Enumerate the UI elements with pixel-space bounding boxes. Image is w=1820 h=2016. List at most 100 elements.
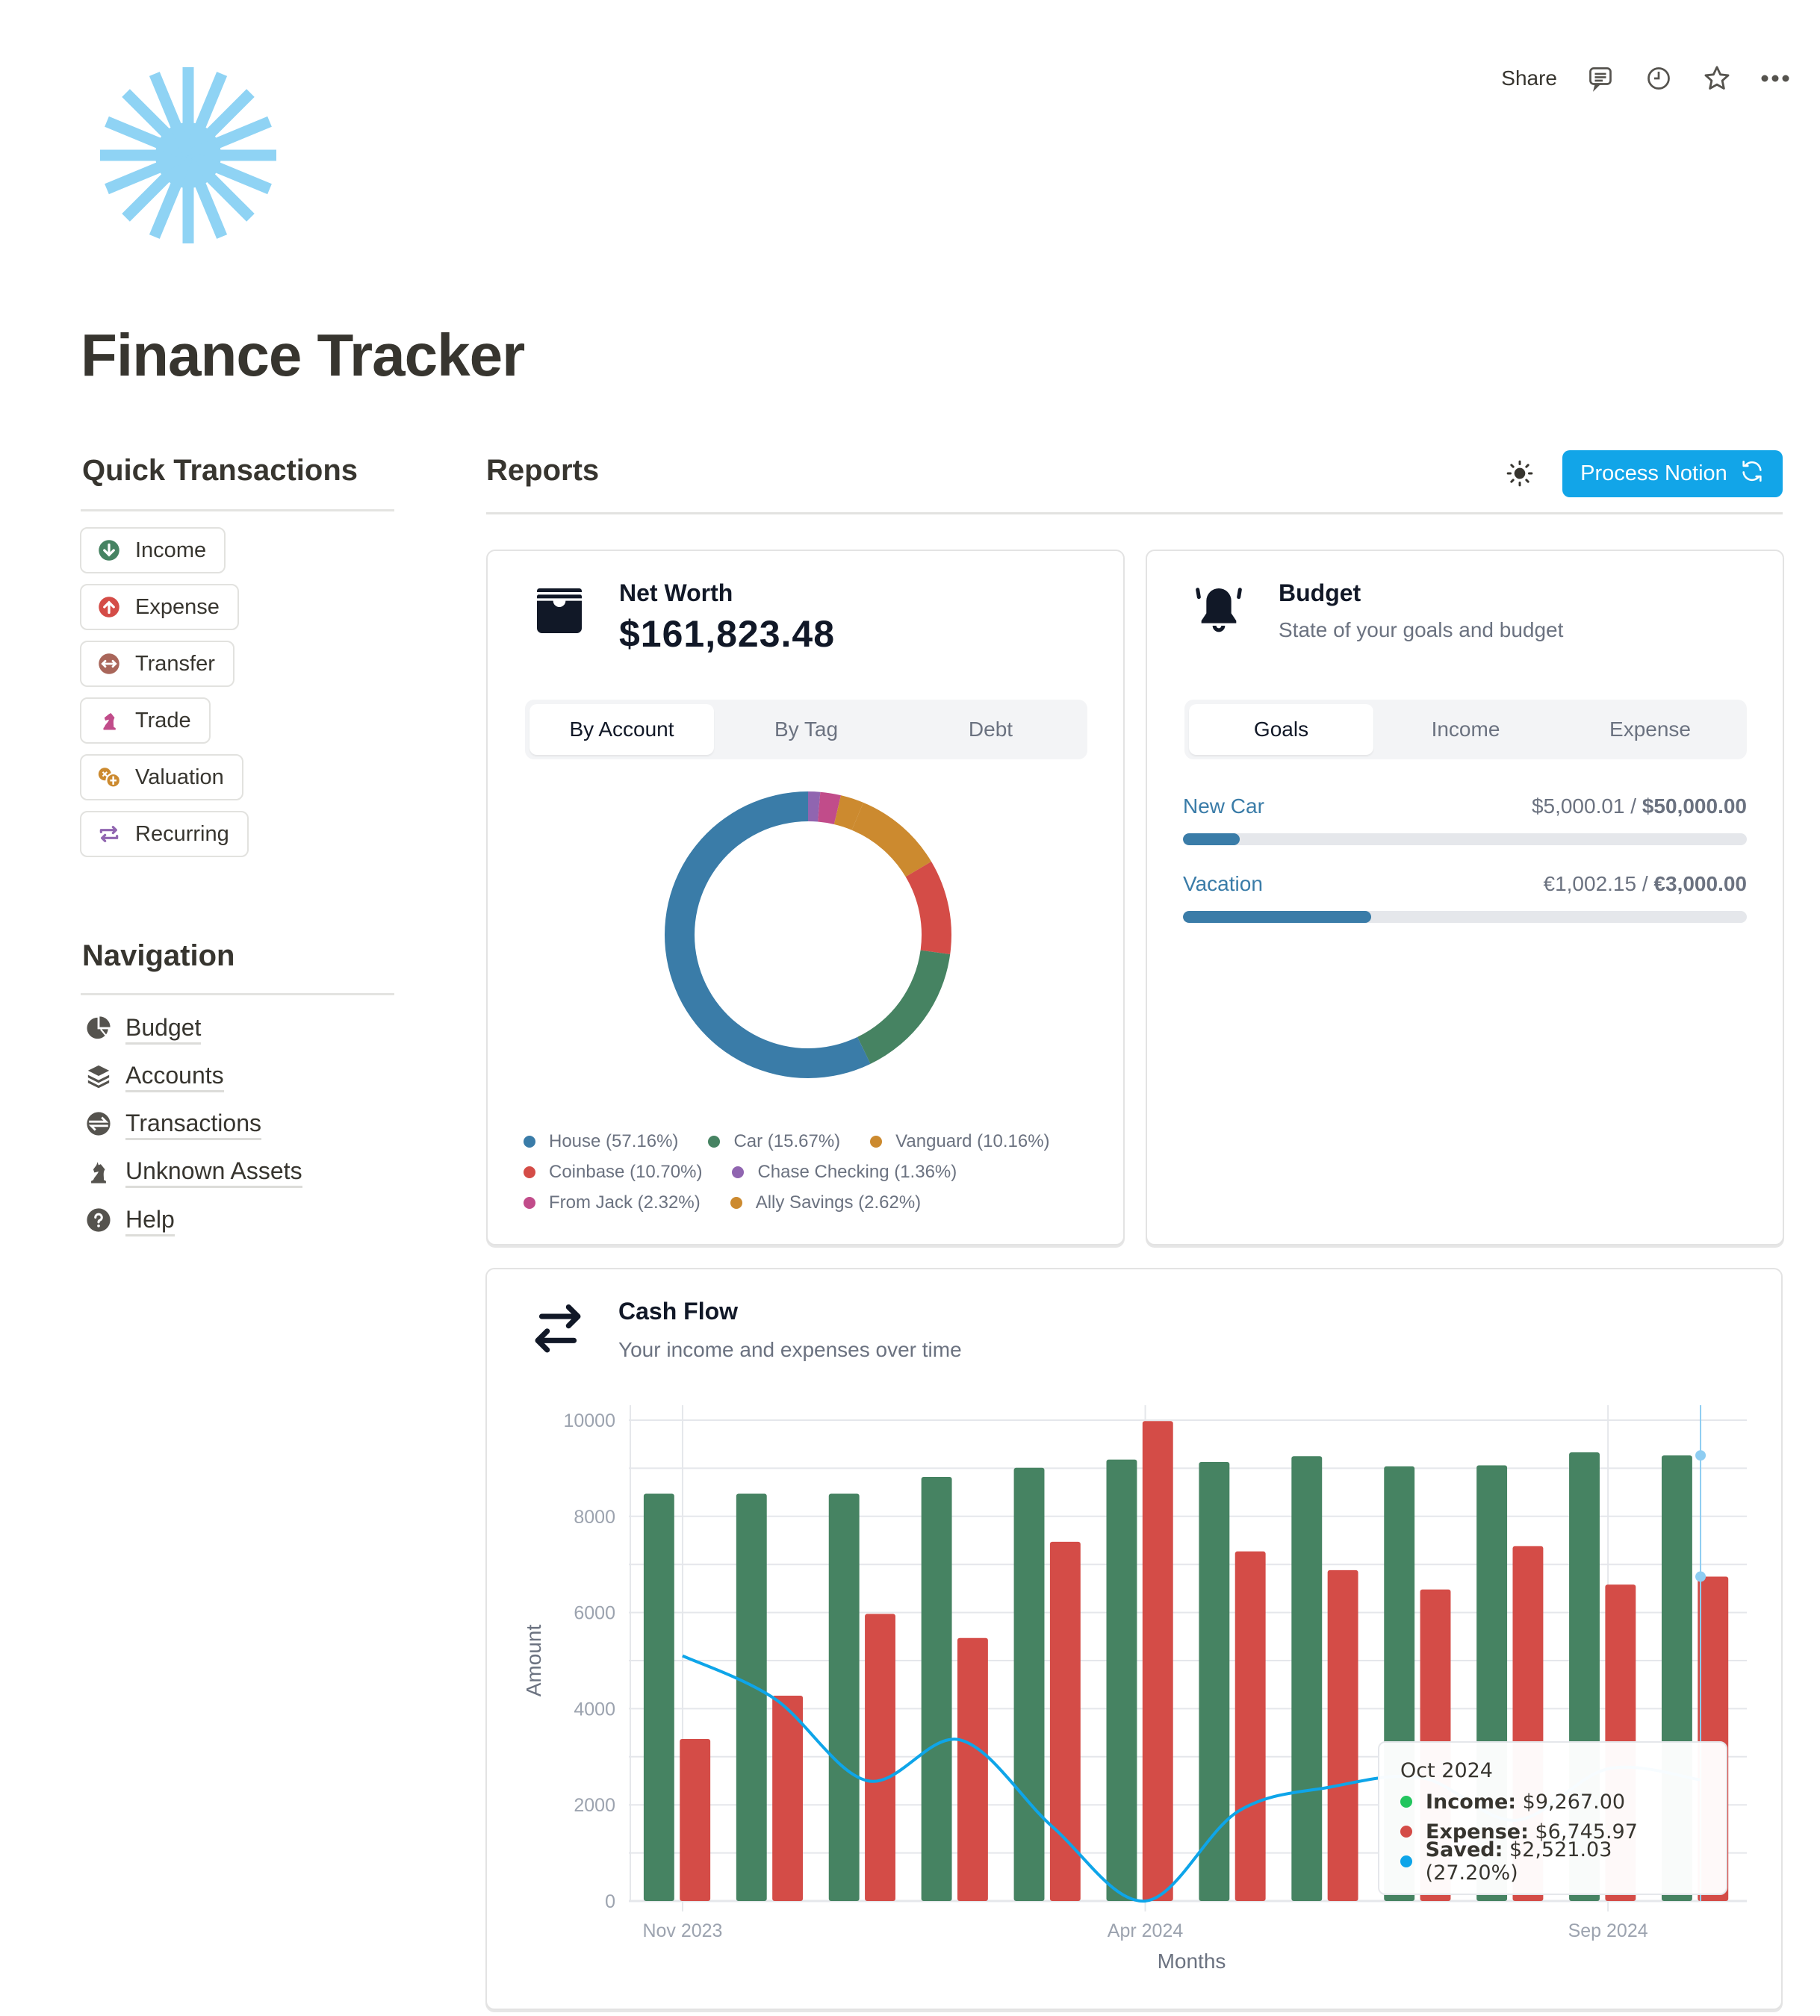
expense-bar[interactable] [1327, 1569, 1358, 1901]
tab-by-account[interactable]: By Account [529, 704, 714, 755]
legend-item[interactable]: Vanguard (10.16%) [870, 1130, 1050, 1152]
goal-item: Vacation €1,002.15 / €3,000.00 [1183, 872, 1747, 923]
transfer-circle-icon [96, 651, 122, 676]
tooltip-dot [1400, 1855, 1412, 1867]
page-title: Finance Tracker [81, 322, 525, 388]
recurring-label: Recurring [135, 821, 229, 846]
goal-progress-fill [1183, 911, 1372, 923]
x-tick-label: Nov 2023 [642, 1920, 722, 1941]
tab-goals[interactable]: Goals [1189, 704, 1373, 755]
nav-item-budget[interactable]: Budget [85, 1009, 202, 1047]
comment-icon[interactable] [1585, 63, 1615, 93]
income-bar[interactable] [828, 1493, 860, 1901]
income-bar[interactable] [1291, 1456, 1323, 1901]
star-icon[interactable] [1702, 63, 1732, 93]
x-axis-label: Months [1158, 1950, 1226, 1973]
goal-item: New Car $5,000.01 / $50,000.00 [1183, 794, 1747, 845]
expense-button[interactable]: Expense [80, 584, 239, 630]
goal-name[interactable]: Vacation [1183, 872, 1263, 896]
nav-item-transactions[interactable]: Transactions [85, 1105, 261, 1142]
sun-icon[interactable] [1505, 458, 1535, 488]
income-bar[interactable] [736, 1493, 767, 1901]
cash-flow-chart[interactable]: 0 2000 4000 6000 8000 10000 Amount Nov 2023 Apr … [487, 1269, 1784, 2012]
tooltip-title: Oct 2024 [1400, 1759, 1493, 1782]
expense-bar[interactable] [1142, 1421, 1173, 1901]
expense-bar[interactable] [1234, 1551, 1266, 1901]
net-worth-donut-chart [664, 791, 951, 1078]
net-worth-card: Net Worth $161,823.48 By Account By Tag … [486, 550, 1125, 1245]
legend-item[interactable]: Chase Checking (1.36%) [732, 1162, 957, 1183]
share-button[interactable]: Share [1501, 66, 1557, 90]
income-bar[interactable] [921, 1476, 952, 1901]
budget-subtitle: State of your goals and budget [1279, 618, 1564, 641]
navigation-heading: Navigation [82, 939, 235, 972]
transfer-button[interactable]: Transfer [80, 641, 235, 687]
nav-item-label: Transactions [125, 1108, 261, 1140]
donut-legend: House (57.16%) Car (15.67%) Vanguard (10… [524, 1126, 1050, 1218]
legend-item[interactable]: House (57.16%) [524, 1131, 678, 1152]
nav-item-label: Unknown Assets [125, 1156, 302, 1188]
expense-bar[interactable] [772, 1696, 804, 1901]
legend-item[interactable]: Coinbase (10.70%) [524, 1162, 702, 1183]
history-clock-icon[interactable] [1644, 63, 1674, 93]
layers-stack-icon [85, 1063, 112, 1089]
donut-slice-vanguard[interactable] [851, 802, 932, 877]
donut-slice-house[interactable] [664, 791, 871, 1078]
expense-bar[interactable] [680, 1738, 711, 1901]
tab-income[interactable]: Income [1373, 704, 1558, 755]
legend-item[interactable]: Ally Savings (2.62%) [730, 1192, 921, 1213]
budget-title: Budget [1279, 579, 1361, 606]
nav-item-accounts[interactable]: Accounts [85, 1057, 224, 1095]
income-button[interactable]: Income [80, 527, 226, 573]
legend-label: Ally Savings (2.62%) [755, 1192, 922, 1213]
nav-item-help[interactable]: Help [85, 1201, 175, 1239]
more-dots-icon[interactable] [1760, 63, 1790, 93]
donut-slice-coinbase[interactable] [905, 861, 951, 955]
expense-bar[interactable] [865, 1614, 895, 1901]
income-bar[interactable] [643, 1493, 674, 1901]
y-tick-label: 8000 [574, 1507, 615, 1528]
net-worth-value: $161,823.48 [619, 613, 836, 655]
bell-icon [1189, 581, 1249, 641]
sunburst-icon [99, 66, 278, 245]
transfer-circle-icon [85, 1110, 112, 1137]
legend-dot [730, 1196, 742, 1209]
x-tick-label: Sep 2024 [1568, 1920, 1648, 1941]
cash-flow-card: 0 2000 4000 6000 8000 10000 Amount Nov 2023 Apr … [485, 1268, 1783, 2010]
expense-label: Expense [135, 594, 220, 619]
tab-expense[interactable]: Expense [1558, 704, 1742, 755]
expense-bar[interactable] [1049, 1541, 1081, 1901]
trade-label: Trade [135, 708, 191, 732]
recurring-button[interactable]: Recurring [80, 811, 249, 857]
goal-name[interactable]: New Car [1183, 794, 1264, 818]
divider [81, 993, 394, 995]
nav-item-unknown-assets[interactable]: Unknown Assets [85, 1153, 302, 1190]
legend-dot [708, 1135, 721, 1148]
trade-button[interactable]: Trade [80, 697, 211, 744]
question-circle-icon [85, 1207, 112, 1233]
valuation-button[interactable]: Valuation [80, 754, 243, 800]
donut-slice-car[interactable] [857, 950, 951, 1064]
divider [486, 512, 1783, 514]
income-bar[interactable] [1013, 1467, 1045, 1901]
legend-item[interactable]: Car (15.67%) [708, 1131, 840, 1152]
legend-dot [870, 1135, 883, 1148]
top-toolbar: Share [1501, 60, 1790, 97]
legend-item[interactable]: From Jack (2.32%) [524, 1192, 701, 1213]
reports-heading: Reports [486, 454, 600, 487]
tooltip-dot [1400, 1796, 1412, 1808]
transfer-label: Transfer [135, 651, 215, 676]
budget-card: Budget State of your goals and budget Go… [1146, 550, 1784, 1245]
tooltip-saved-row: Saved: $2,521.03 (27.20%) [1400, 1838, 1705, 1885]
net-worth-tabs: By Account By Tag Debt [525, 700, 1087, 759]
tab-debt[interactable]: Debt [898, 704, 1083, 755]
income-bar[interactable] [1106, 1459, 1137, 1901]
y-axis-label: Amount [522, 1625, 545, 1697]
legend-label: Vanguard (10.16%) [895, 1130, 1050, 1151]
tab-by-tag[interactable]: By Tag [714, 704, 898, 755]
expense-bar[interactable] [957, 1637, 988, 1901]
process-notion-label: Process Notion [1580, 461, 1727, 485]
goal-amount: $5,000.01 / $50,000.00 [1531, 794, 1747, 818]
process-notion-button[interactable]: Process Notion [1562, 450, 1783, 497]
arrow-down-circle-icon [96, 538, 122, 563]
